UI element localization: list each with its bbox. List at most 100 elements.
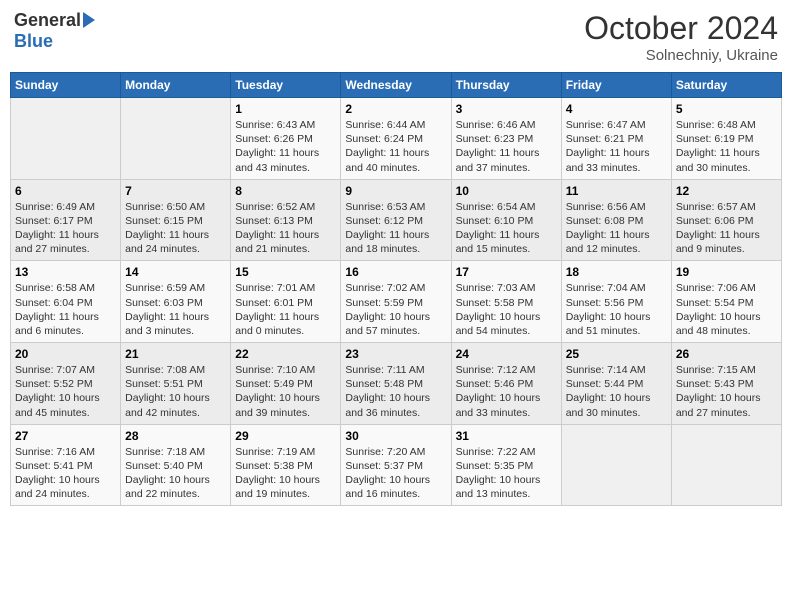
day-info: Sunrise: 6:53 AM Sunset: 6:12 PM Dayligh… [345,200,446,257]
header-day-monday: Monday [121,73,231,98]
day-cell: 7Sunrise: 6:50 AM Sunset: 6:15 PM Daylig… [121,179,231,261]
day-info: Sunrise: 7:12 AM Sunset: 5:46 PM Dayligh… [456,363,557,420]
day-number: 4 [566,102,667,116]
day-number: 11 [566,184,667,198]
day-number: 10 [456,184,557,198]
day-number: 31 [456,429,557,443]
day-info: Sunrise: 7:03 AM Sunset: 5:58 PM Dayligh… [456,281,557,338]
calendar-header: SundayMondayTuesdayWednesdayThursdayFrid… [11,73,782,98]
logo-blue-text: Blue [14,31,53,52]
day-number: 18 [566,265,667,279]
header-day-thursday: Thursday [451,73,561,98]
day-number: 29 [235,429,336,443]
day-cell: 15 Sunrise: 7:01 AM Sunset: 6:01 PM Dayli… [231,261,341,343]
day-info: Sunrise: 7:01 AM Sunset: 6:01 PM Dayligh… [235,281,336,338]
day-info: Sunrise: 7:10 AM Sunset: 5:49 PM Dayligh… [235,363,336,420]
location-text: Solnechniy, Ukraine [584,47,778,64]
day-cell: 1Sunrise: 6:43 AM Sunset: 6:26 PM Daylig… [231,98,341,180]
day-cell [11,98,121,180]
day-number: 9 [345,184,446,198]
month-title: October 2024 [584,10,778,47]
day-info: Sunrise: 6:50 AM Sunset: 6:15 PM Dayligh… [125,200,226,257]
day-number: 21 [125,347,226,361]
logo-arrow-icon [83,12,95,28]
day-number: 6 [15,184,116,198]
day-info: Sunrise: 7:19 AM Sunset: 5:38 PM Dayligh… [235,445,336,502]
day-number: 17 [456,265,557,279]
day-info: Sunrise: 6:59 AM Sunset: 6:03 PM Dayligh… [125,281,226,338]
day-cell: 11 Sunrise: 6:56 AM Sunset: 6:08 PM Dayli… [561,179,671,261]
header-day-friday: Friday [561,73,671,98]
day-number: 5 [676,102,777,116]
page-header: General Blue October 2024 Solnechniy, Uk… [10,10,782,64]
day-info: Sunrise: 6:44 AM Sunset: 6:24 PM Dayligh… [345,118,446,175]
week-row-0: 1Sunrise: 6:43 AM Sunset: 6:26 PM Daylig… [11,98,782,180]
day-info: Sunrise: 7:15 AM Sunset: 5:43 PM Dayligh… [676,363,777,420]
day-number: 16 [345,265,446,279]
day-cell: 9 Sunrise: 6:53 AM Sunset: 6:12 PM Daylig… [341,179,451,261]
day-number: 12 [676,184,777,198]
day-info: Sunrise: 6:57 AM Sunset: 6:06 PM Dayligh… [676,200,777,257]
day-cell: 13 Sunrise: 6:58 AM Sunset: 6:04 PM Dayli… [11,261,121,343]
day-info: Sunrise: 7:11 AM Sunset: 5:48 PM Dayligh… [345,363,446,420]
day-cell: 21 Sunrise: 7:08 AM Sunset: 5:51 PM Dayli… [121,343,231,425]
day-cell: 6Sunrise: 6:49 AM Sunset: 6:17 PM Daylig… [11,179,121,261]
day-number: 14 [125,265,226,279]
day-number: 1 [235,102,336,116]
header-day-tuesday: Tuesday [231,73,341,98]
day-info: Sunrise: 7:22 AM Sunset: 5:35 PM Dayligh… [456,445,557,502]
day-number: 3 [456,102,557,116]
day-info: Sunrise: 6:47 AM Sunset: 6:21 PM Dayligh… [566,118,667,175]
calendar-body: 1Sunrise: 6:43 AM Sunset: 6:26 PM Daylig… [11,98,782,506]
day-number: 23 [345,347,446,361]
day-cell [121,98,231,180]
day-info: Sunrise: 7:08 AM Sunset: 5:51 PM Dayligh… [125,363,226,420]
day-info: Sunrise: 6:52 AM Sunset: 6:13 PM Dayligh… [235,200,336,257]
day-info: Sunrise: 7:02 AM Sunset: 5:59 PM Dayligh… [345,281,446,338]
day-cell: 30Sunrise: 7:20 AM Sunset: 5:37 PM Dayli… [341,424,451,506]
day-cell: 22 Sunrise: 7:10 AM Sunset: 5:49 PM Dayli… [231,343,341,425]
header-row: SundayMondayTuesdayWednesdayThursdayFrid… [11,73,782,98]
week-row-4: 27 Sunrise: 7:16 AM Sunset: 5:41 PM Dayli… [11,424,782,506]
day-cell: 10 Sunrise: 6:54 AM Sunset: 6:10 PM Dayli… [451,179,561,261]
day-info: Sunrise: 7:04 AM Sunset: 5:56 PM Dayligh… [566,281,667,338]
header-day-saturday: Saturday [671,73,781,98]
day-info: Sunrise: 6:48 AM Sunset: 6:19 PM Dayligh… [676,118,777,175]
header-day-sunday: Sunday [11,73,121,98]
day-cell: 18 Sunrise: 7:04 AM Sunset: 5:56 PM Dayli… [561,261,671,343]
day-cell: 12 Sunrise: 6:57 AM Sunset: 6:06 PM Dayli… [671,179,781,261]
day-cell: 28Sunrise: 7:18 AM Sunset: 5:40 PM Dayli… [121,424,231,506]
day-info: Sunrise: 6:58 AM Sunset: 6:04 PM Dayligh… [15,281,116,338]
day-cell: 8Sunrise: 6:52 AM Sunset: 6:13 PM Daylig… [231,179,341,261]
day-number: 2 [345,102,446,116]
logo-general-text: General [14,10,81,31]
day-number: 24 [456,347,557,361]
day-cell: 24 Sunrise: 7:12 AM Sunset: 5:46 PM Dayli… [451,343,561,425]
day-info: Sunrise: 7:06 AM Sunset: 5:54 PM Dayligh… [676,281,777,338]
day-cell: 23 Sunrise: 7:11 AM Sunset: 5:48 PM Dayli… [341,343,451,425]
day-number: 28 [125,429,226,443]
day-info: Sunrise: 6:56 AM Sunset: 6:08 PM Dayligh… [566,200,667,257]
week-row-3: 20 Sunrise: 7:07 AM Sunset: 5:52 PM Dayli… [11,343,782,425]
calendar-table: SundayMondayTuesdayWednesdayThursdayFrid… [10,72,782,506]
logo: General Blue [14,10,95,52]
week-row-2: 13 Sunrise: 6:58 AM Sunset: 6:04 PM Dayli… [11,261,782,343]
day-cell: 26Sunrise: 7:15 AM Sunset: 5:43 PM Dayli… [671,343,781,425]
day-info: Sunrise: 7:16 AM Sunset: 5:41 PM Dayligh… [15,445,116,502]
day-cell: 4 Sunrise: 6:47 AM Sunset: 6:21 PM Daylig… [561,98,671,180]
day-number: 27 [15,429,116,443]
day-number: 20 [15,347,116,361]
day-number: 13 [15,265,116,279]
day-cell: 29 Sunrise: 7:19 AM Sunset: 5:38 PM Dayli… [231,424,341,506]
day-cell: 2 Sunrise: 6:44 AM Sunset: 6:24 PM Daylig… [341,98,451,180]
day-info: Sunrise: 7:07 AM Sunset: 5:52 PM Dayligh… [15,363,116,420]
day-cell: 31 Sunrise: 7:22 AM Sunset: 5:35 PM Dayli… [451,424,561,506]
day-cell [561,424,671,506]
day-cell: 25Sunrise: 7:14 AM Sunset: 5:44 PM Dayli… [561,343,671,425]
day-info: Sunrise: 6:46 AM Sunset: 6:23 PM Dayligh… [456,118,557,175]
week-row-1: 6Sunrise: 6:49 AM Sunset: 6:17 PM Daylig… [11,179,782,261]
day-info: Sunrise: 6:54 AM Sunset: 6:10 PM Dayligh… [456,200,557,257]
day-number: 15 [235,265,336,279]
day-number: 22 [235,347,336,361]
title-block: October 2024 Solnechniy, Ukraine [584,10,778,64]
